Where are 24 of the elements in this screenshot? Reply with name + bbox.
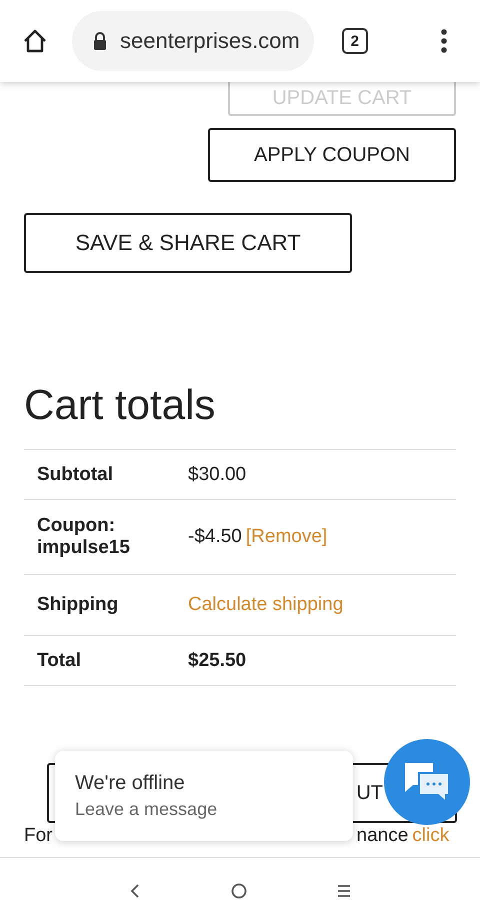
lock-icon	[92, 31, 108, 51]
row-value: $25.50	[188, 650, 246, 672]
row-label: Total	[37, 650, 82, 672]
recents-icon[interactable]	[337, 884, 351, 898]
save-share-button[interactable]: SAVE & SHARE CART	[24, 213, 352, 273]
apply-coupon-button[interactable]: APPLY COUPON	[208, 128, 456, 182]
address-bar[interactable]: seenterprises.com	[72, 11, 314, 71]
note-text: For	[24, 825, 52, 847]
url-text: seenterprises.com	[120, 28, 300, 54]
row-label: Subtotal	[37, 464, 114, 486]
row-value: -$4.50	[188, 526, 242, 548]
popup-subtitle: Leave a message	[75, 799, 218, 820]
note-text: nance	[356, 825, 408, 847]
tab-count[interactable]: 2	[342, 28, 368, 54]
section-title: Cart totals	[24, 381, 216, 429]
popup-title: We're offline	[75, 772, 186, 795]
row-label: Coupon: impulse15	[37, 515, 131, 559]
back-icon[interactable]	[129, 882, 141, 898]
row-value: $30.00	[188, 464, 246, 486]
home-icon[interactable]	[22, 28, 48, 54]
row-label: Shipping	[37, 594, 120, 616]
home-button-icon[interactable]	[231, 882, 247, 898]
menu-icon[interactable]	[440, 28, 448, 54]
chat-popup-toast[interactable]: We're offline Leave a message	[55, 751, 353, 841]
